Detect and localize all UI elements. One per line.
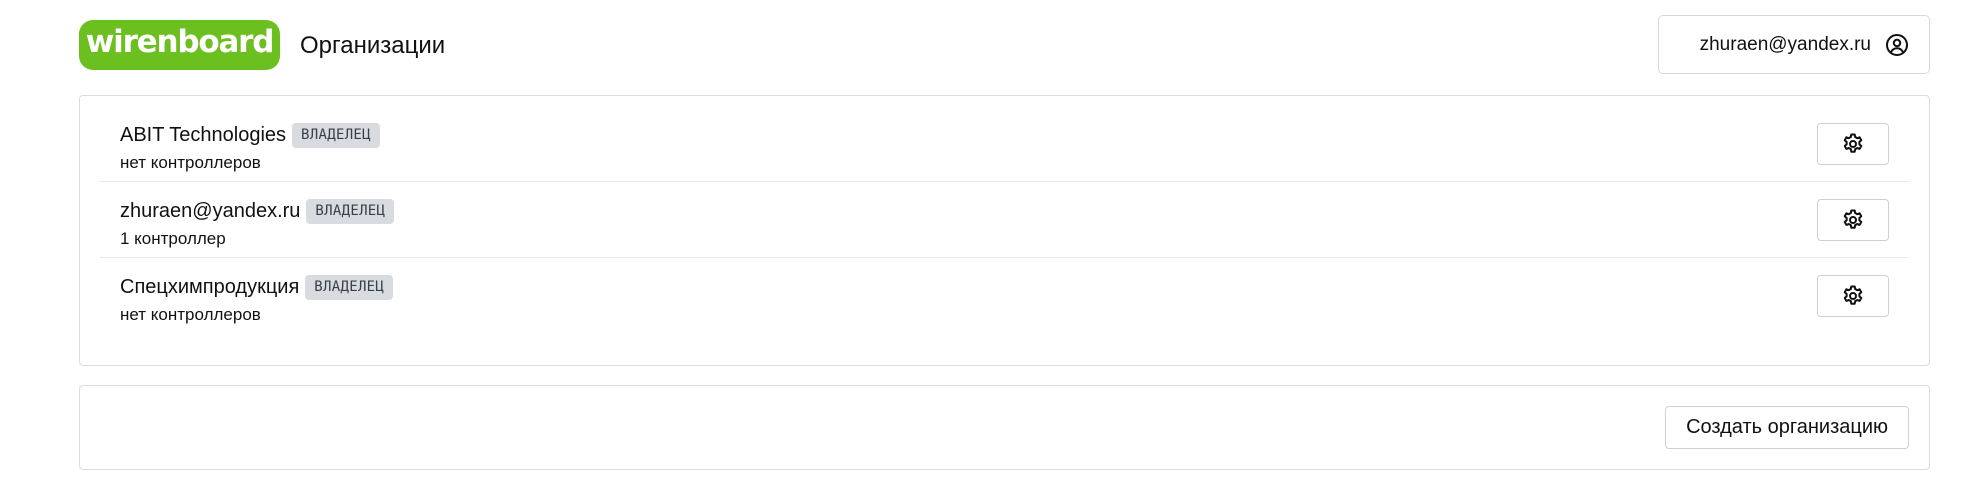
- controller-count: нет контроллеров: [120, 153, 261, 172]
- controller-count: 1 контроллер: [120, 229, 226, 248]
- user-email: zhuraen@yandex.ru: [1699, 33, 1871, 55]
- create-organization-button[interactable]: Создать организацию: [1665, 406, 1909, 449]
- user-menu-button[interactable]: zhuraen@yandex.ru: [1658, 15, 1930, 74]
- organization-row: Спецхимпродукция ВЛАДЕЛЕЦ нет контроллер…: [100, 258, 1909, 334]
- role-badge: ВЛАДЕЛЕЦ: [306, 198, 395, 224]
- gear-icon: [1841, 132, 1865, 156]
- organization-row: ABIT Technologies ВЛАДЕЛЕЦ нет контролле…: [100, 106, 1909, 182]
- organization-name[interactable]: ABIT Technologies: [120, 122, 286, 148]
- wirenboard-logo[interactable]: wirenboard: [79, 20, 280, 70]
- organization-list: ABIT Technologies ВЛАДЕЛЕЦ нет контролле…: [100, 106, 1909, 334]
- organization-settings-button[interactable]: [1817, 275, 1889, 317]
- organization-title: ABIT Technologies ВЛАДЕЛЕЦ: [120, 122, 380, 148]
- organization-title: Спецхимпродукция ВЛАДЕЛЕЦ: [120, 274, 394, 300]
- user-circle-icon: [1885, 33, 1909, 57]
- organization-name[interactable]: zhuraen@yandex.ru: [120, 198, 300, 224]
- organization-row: zhuraen@yandex.ru ВЛАДЕЛЕЦ 1 контроллер: [100, 182, 1909, 258]
- gear-icon: [1841, 208, 1865, 232]
- logo-text: wirenboard: [85, 23, 275, 60]
- page: wirenboard Организации zhuraen@yandex.ru…: [0, 0, 1976, 498]
- organization-title: zhuraen@yandex.ru ВЛАДЕЛЕЦ: [120, 198, 395, 224]
- organization-settings-button[interactable]: [1817, 199, 1889, 241]
- header: wirenboard Организации zhuraen@yandex.ru: [79, 15, 1930, 76]
- organizations-card: ABIT Technologies ВЛАДЕЛЕЦ нет контролле…: [79, 95, 1930, 366]
- gear-icon: [1841, 284, 1865, 308]
- role-badge: ВЛАДЕЛЕЦ: [292, 122, 380, 148]
- create-organization-card: Создать организацию: [79, 385, 1930, 470]
- controller-count: нет контроллеров: [120, 305, 261, 324]
- organization-name[interactable]: Спецхимпродукция: [120, 274, 299, 300]
- role-badge: ВЛАДЕЛЕЦ: [305, 274, 394, 300]
- page-title: Организации: [300, 32, 446, 59]
- organization-settings-button[interactable]: [1817, 123, 1889, 165]
